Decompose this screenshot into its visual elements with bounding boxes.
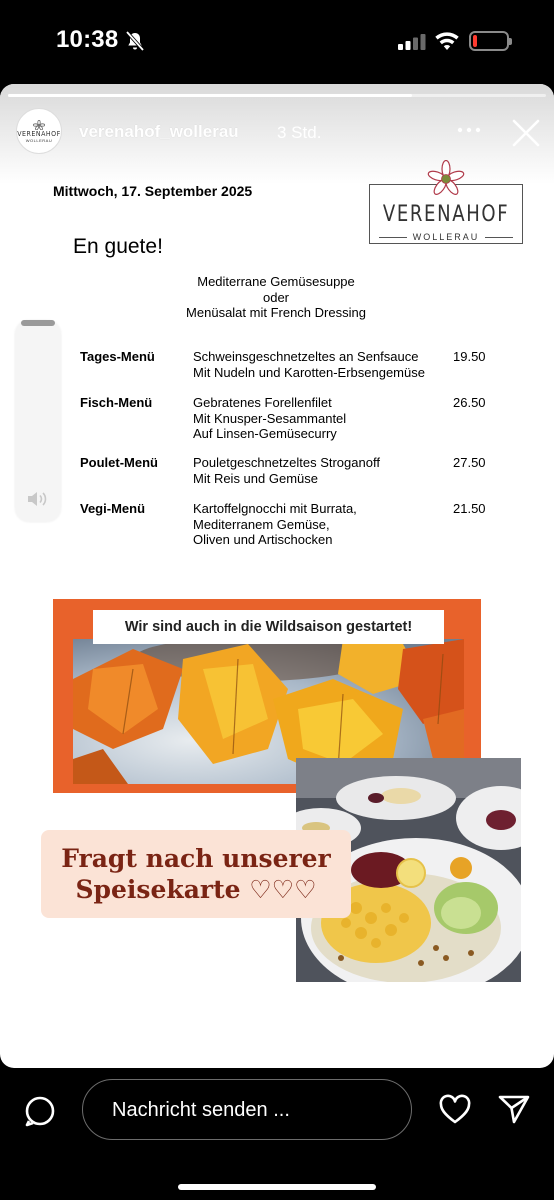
menu-item-line: Mediterranem Gemüse,: [193, 516, 330, 532]
menu-item-name: Vegi-Menü: [80, 501, 146, 516]
message-input[interactable]: Nachricht senden ...: [82, 1079, 412, 1140]
edelweiss-icon: [33, 119, 45, 130]
edelweiss-logo-icon: [427, 160, 465, 195]
promo-line-1: Fragt nach unserer: [61, 844, 331, 873]
story-progress-bar: [8, 94, 546, 97]
menu-item-price: 19.50: [453, 349, 486, 364]
menu-item-price: 27.50: [453, 455, 486, 470]
verenahof-logo: VERENAHOF WOLLERAU: [369, 160, 523, 246]
starter-line: Mediterrane Gemüsesuppe: [197, 274, 355, 289]
bottom-bar: Nachricht senden ...: [0, 1068, 554, 1200]
avatar[interactable]: VERENAHOF WOLLERAU: [16, 108, 62, 154]
starter-line: Menüsalat mit French Dressing: [186, 305, 366, 320]
avatar-sub: WOLLERAU: [25, 137, 53, 143]
starter-block: Mediterrane Gemüsesuppe oder Menüsalat m…: [150, 274, 402, 321]
volume-level: [21, 320, 55, 326]
starter-line: oder: [262, 289, 290, 305]
promo-box: Fragt nach unserer Speisekarte ♡♡♡: [41, 830, 351, 918]
avatar-name: VERENAHOF: [17, 129, 61, 138]
status-bar: 10:38: [0, 0, 554, 84]
status-time: 10:38: [56, 26, 119, 53]
close-icon[interactable]: [511, 118, 541, 148]
menu-item-line: Schweinsgeschnetzeltes an Senfsauce: [193, 349, 419, 364]
bell-muted-icon: [125, 30, 145, 52]
menu-item-line: Mit Nudeln und Karotten-Erbsengemüse: [193, 364, 425, 380]
battery-icon: [469, 31, 512, 51]
wifi-icon: [435, 32, 459, 50]
menu-item-line: Mit Reis und Gemüse: [193, 470, 318, 486]
menu-item-line: Oliven und Artischocken: [193, 532, 333, 547]
heart-icon[interactable]: [438, 1094, 472, 1126]
menu-item-line: Kartoffelgnocchi mit Burrata,: [193, 501, 357, 516]
menu-item-name: Fisch-Menü: [80, 395, 153, 410]
wildsaison-banner: Wir sind auch in die Wildsaison gestarte…: [93, 610, 444, 644]
home-indicator[interactable]: [178, 1184, 376, 1190]
more-icon[interactable]: [456, 120, 482, 140]
menu-item-description: Schweinsgeschnetzeltes an Senfsauce Mit …: [193, 349, 453, 380]
menu-item-description: Pouletgeschnetzeltes Stroganoff Mit Reis…: [193, 455, 453, 486]
menu-item-line: Pouletgeschnetzeltes Stroganoff: [193, 455, 380, 470]
speaker-icon: [28, 492, 47, 506]
battery-level: [473, 35, 478, 47]
menu-item-name: Poulet-Menü: [80, 455, 158, 470]
logo-name: VERENAHOF: [382, 202, 510, 227]
send-icon[interactable]: [497, 1092, 531, 1126]
story-username[interactable]: verenahof_wollerau: [79, 122, 239, 142]
menu-greeting: En guete!: [73, 235, 163, 258]
logo-sub: WOLLERAU: [369, 232, 523, 242]
menu-item-line: Mit Knusper-Sesammantel: [193, 410, 347, 426]
menu-item-description: Kartoffelgnocchi mit Burrata, Mediterran…: [193, 501, 453, 548]
menu-item-description: Gebratenes Forellenfilet Mit Knusper-Ses…: [193, 395, 453, 442]
menu-item-name: Tages-Menü: [80, 349, 155, 364]
message-placeholder: Nachricht senden ...: [112, 1099, 290, 1121]
menu-item-price: 26.50: [453, 395, 486, 410]
menu-item-line: Auf Linsen-Gemüsecurry: [193, 426, 337, 441]
menu-item-price: 21.50: [453, 501, 486, 516]
menu-date: Mittwoch, 17. September 2025: [53, 183, 253, 199]
volume-slider[interactable]: [15, 320, 61, 522]
camera-chat-icon[interactable]: [24, 1095, 56, 1127]
menu-item-line: Gebratenes Forellenfilet: [193, 395, 332, 410]
story-progress-fill: [8, 94, 412, 97]
cellular-signal-icon: [398, 34, 426, 50]
story-card[interactable]: VERENAHOF WOLLERAU verenahof_wollerau 3 …: [0, 84, 554, 1068]
promo-line-2: Speisekarte ♡♡♡: [75, 875, 317, 904]
story-time-ago: 3 Std.: [277, 123, 322, 142]
